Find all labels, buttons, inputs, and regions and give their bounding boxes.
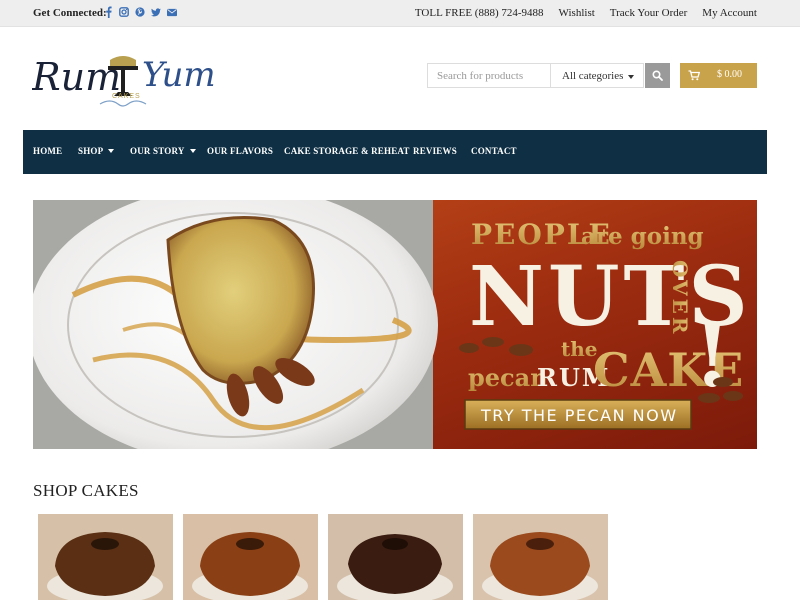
nav-item-reviews[interactable]: REVIEWS xyxy=(413,146,457,156)
shop-cakes-heading: SHOP CAKES xyxy=(33,481,139,500)
cart-icon xyxy=(688,70,700,81)
pinterest-icon[interactable] xyxy=(135,6,145,18)
top-links: TOLL FREE (888) 724-9488 Wishlist Track … xyxy=(415,7,757,19)
product-card[interactable] xyxy=(473,514,608,600)
nav-item-label: CAKE STORAGE & REHEAT xyxy=(284,146,410,156)
twitter-icon[interactable] xyxy=(151,6,161,18)
nav-item-our-flavors[interactable]: OUR FLAVORS xyxy=(207,146,273,156)
category-select-value: All categories xyxy=(562,70,624,82)
nav-item-label: CONTACT xyxy=(471,146,517,156)
chevron-down-icon xyxy=(108,149,115,153)
chevron-down-icon xyxy=(189,149,196,153)
nav-item-contact[interactable]: CONTACT xyxy=(471,146,517,156)
nav-item-home[interactable]: HOME xyxy=(33,146,62,156)
product-card[interactable] xyxy=(328,514,463,600)
my-account-link[interactable]: My Account xyxy=(702,7,757,19)
nav-item-label: OUR FLAVORS xyxy=(207,146,274,156)
chevron-down-icon xyxy=(628,75,634,79)
nav-item-label: OUR STORY xyxy=(130,146,185,156)
nav-item-label: HOME xyxy=(33,146,63,156)
logo-cakes-tag: CAKES xyxy=(112,93,141,100)
nav-item-label: REVIEWS xyxy=(413,146,457,156)
get-connected-label: Get Connected: xyxy=(33,7,107,19)
instagram-icon[interactable] xyxy=(119,6,129,18)
try-pecan-label: TRY THE PECAN NOW xyxy=(480,406,678,425)
logo-word-rum: Rum xyxy=(32,55,121,99)
cart-button[interactable]: $ 0.00 xyxy=(680,63,757,88)
nav-item-label: SHOP xyxy=(78,146,104,156)
nav-item-our-story[interactable]: OUR STORY xyxy=(130,146,196,156)
social-links xyxy=(103,6,177,18)
bundt-cake-image xyxy=(328,514,463,600)
search-button[interactable] xyxy=(645,63,670,88)
main-nav: HOME SHOP OUR STORY OUR FLAVORS CAKE STO… xyxy=(23,130,767,174)
nav-item-shop[interactable]: SHOP xyxy=(78,146,115,156)
wishlist-link[interactable]: Wishlist xyxy=(559,7,595,19)
nav-item-cake-storage[interactable]: CAKE STORAGE & REHEAT xyxy=(284,146,410,156)
bundt-cake-image xyxy=(473,514,608,600)
top-bar: Get Connected: TOLL FREE (888) 724-9488 … xyxy=(0,0,800,27)
cart-total: $ 0.00 xyxy=(717,69,742,80)
banner-over: OVER xyxy=(668,260,692,336)
email-icon[interactable] xyxy=(167,6,177,18)
search-icon xyxy=(652,70,663,81)
banner-pecan: pecan xyxy=(468,363,548,392)
site-logo[interactable]: Rum Yum CAKES xyxy=(32,40,217,115)
track-order-link[interactable]: Track Your Order xyxy=(610,7,688,19)
product-card[interactable] xyxy=(183,514,318,600)
logo-word-yum: Yum xyxy=(142,55,216,95)
hero-banner[interactable]: PEOPLE are going NUTS OVER the pecan RUM… xyxy=(33,200,757,449)
bundt-cake-image xyxy=(38,514,173,600)
product-card[interactable] xyxy=(38,514,173,600)
toll-free-number[interactable]: TOLL FREE (888) 724-9488 xyxy=(415,7,544,19)
banner-exclaim: ! xyxy=(693,303,732,407)
search-input[interactable] xyxy=(427,63,551,88)
banner-line-are-going: are going xyxy=(581,223,704,250)
try-pecan-button[interactable]: TRY THE PECAN NOW xyxy=(464,399,692,430)
category-select[interactable]: All categories xyxy=(551,63,644,88)
facebook-icon[interactable] xyxy=(103,6,113,18)
bundt-cake-image xyxy=(183,514,318,600)
